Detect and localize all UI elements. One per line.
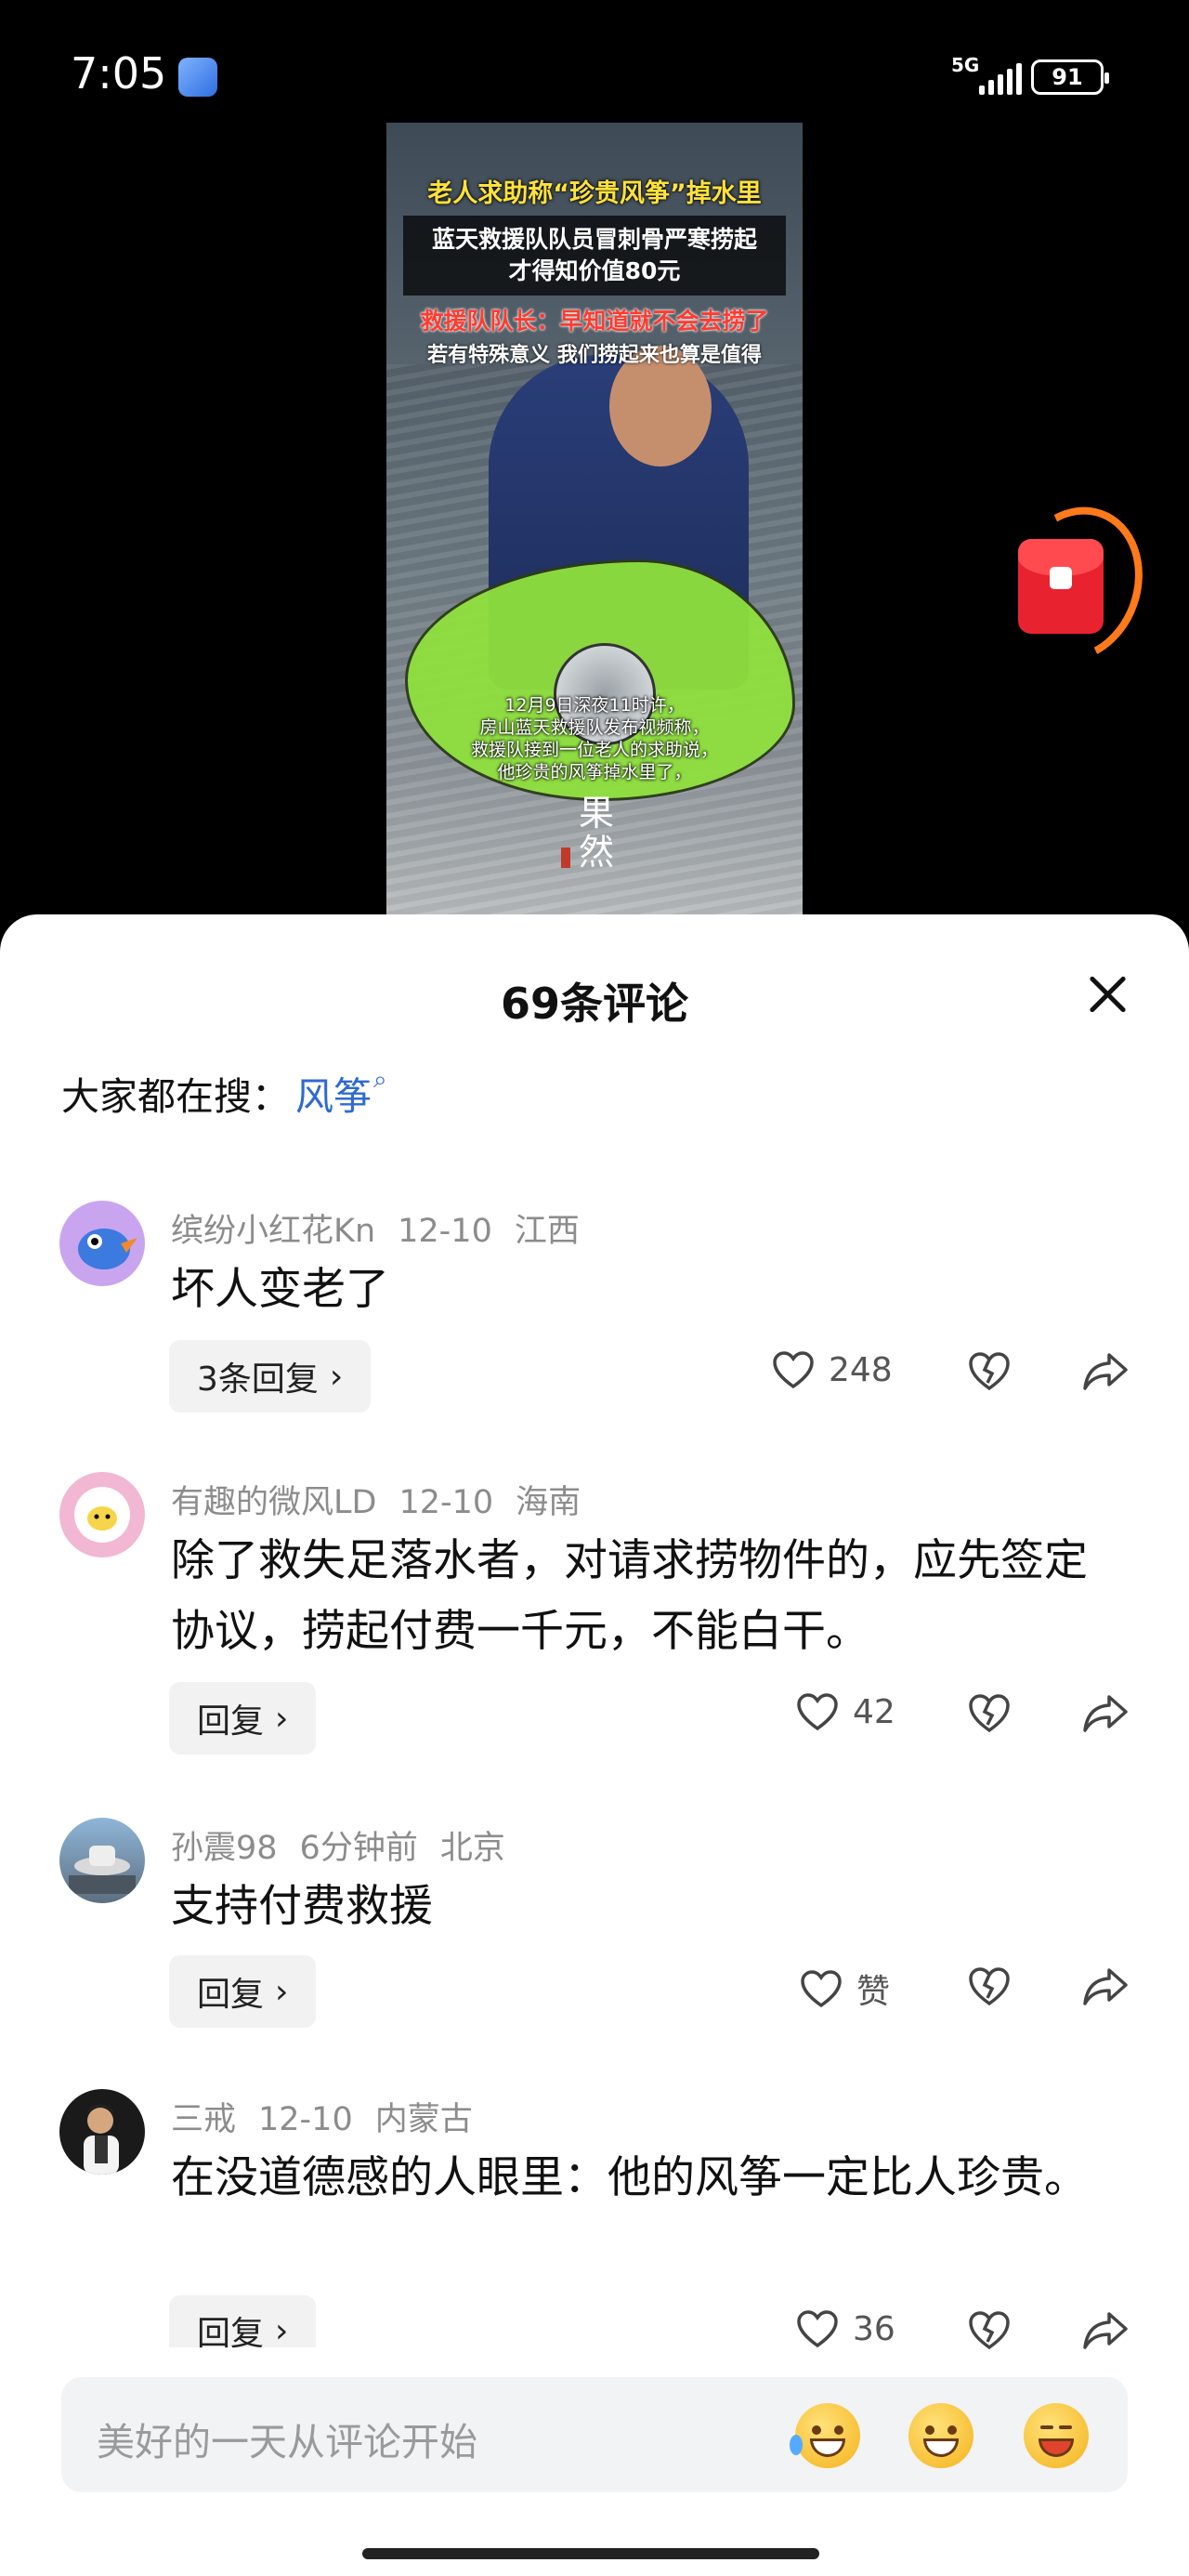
search-icon: ⌕ <box>373 1065 387 1094</box>
like-count: 赞 <box>856 1973 891 2011</box>
signal-icon: 5G <box>951 54 1022 95</box>
comment-date: 6分钟前 <box>299 1830 418 1867</box>
close-icon[interactable] <box>1079 966 1135 1022</box>
app-notification-icon <box>178 58 217 97</box>
like-count: 42 <box>853 1692 895 1731</box>
like-button[interactable]: 赞 <box>799 1965 890 2013</box>
trending-search: 大家都在搜： 风筝 ⌕ <box>61 1065 387 1121</box>
avatar[interactable] <box>59 1201 145 1286</box>
video-caption-2: 房山蓝天救援队发布视频称， <box>479 717 710 738</box>
video-caption-4: 他珍贵的风筝掉水里了， <box>497 762 692 782</box>
comment-meta: 缤纷小红花Kn 12-10 江西 <box>171 1204 602 1252</box>
like-count: 248 <box>829 1350 893 1389</box>
comment-text: 支持付费救援 <box>171 1881 433 1932</box>
comment-username[interactable]: 三戒 <box>171 2101 236 2138</box>
comment-text: 在没道德感的人眼里：他的风筝一定比人珍贵。 <box>171 2152 1088 2203</box>
comment-meta: 有趣的微风LD 12-10 海南 <box>171 1476 603 1523</box>
video-caption-3: 救援队接到一位老人的求助说， <box>470 740 718 760</box>
broken-heart-icon[interactable] <box>966 1691 1013 1734</box>
comment-meta: 孙震98 6分钟前 北京 <box>171 1821 528 1869</box>
network-type: 5G <box>951 54 980 76</box>
broken-heart-icon[interactable] <box>966 1349 1013 1392</box>
video-player[interactable]: 老人求助称“珍贵风筝”掉水里 蓝天救援队队员冒刺骨严寒捞起 才得知价值80元 救… <box>386 123 803 914</box>
video-subtitle-1: 蓝天救援队队员冒刺骨严寒捞起 <box>431 226 757 253</box>
comment-input-placeholder: 美好的一天从评论开始 <box>97 2420 477 2464</box>
video-caption-1: 12月9日深夜11时许， <box>504 695 685 716</box>
video-quote-white: 若有特殊意义 我们捞起来也算是值得 <box>427 344 762 367</box>
emoji-laugh-cry-icon[interactable] <box>790 2403 860 2468</box>
broken-heart-icon[interactable] <box>966 1965 1013 2007</box>
avatar[interactable] <box>59 1472 145 1557</box>
comment-date: 12-10 <box>398 1213 492 1250</box>
heart-icon <box>801 1970 842 2008</box>
share-icon[interactable] <box>1081 1965 1130 2007</box>
comment-region: 海南 <box>516 1484 581 1521</box>
emoji-grin-icon[interactable] <box>908 2403 973 2468</box>
comment-username[interactable]: 有趣的微风LD <box>171 1484 376 1521</box>
comment-username[interactable]: 孙震98 <box>171 1830 278 1867</box>
comment-text: 除了救失足落水者，对请求捞物件的，应先签定协议，捞起付费一千元，不能白干。 <box>171 1535 1088 1657</box>
video-subtitle-2: 才得知价值80元 <box>508 257 681 284</box>
comment-text: 坏人变老了 <box>171 1264 389 1315</box>
like-button[interactable]: 36 <box>795 2308 895 2349</box>
comment-input[interactable]: 美好的一天从评论开始 <box>61 2377 1128 2492</box>
heart-icon <box>773 1351 814 1389</box>
comment-username[interactable]: 缤纷小红花Kn <box>171 1213 375 1250</box>
comment-sheet: 69条评论 大家都在搜： 风筝 ⌕ 缤纷小红花Kn 12-10 江西 坏人变老了 3… <box>0 914 1189 2576</box>
comment-meta: 三戒 12-10 内蒙古 <box>171 2093 495 2140</box>
share-icon[interactable] <box>1081 2308 1130 2351</box>
red-envelope-icon[interactable] <box>987 488 1164 681</box>
like-button[interactable]: 42 <box>795 1691 895 1732</box>
video-headline: 老人求助称“珍贵风筝”掉水里 <box>427 179 762 208</box>
avatar[interactable] <box>59 2089 145 2175</box>
battery-icon: 91 <box>1031 59 1109 95</box>
heart-icon <box>797 1693 838 1731</box>
avatar[interactable] <box>59 1818 145 1903</box>
trending-search-keyword[interactable]: 风筝 <box>295 1065 372 1121</box>
comment-region: 江西 <box>514 1213 580 1250</box>
comment-date: 12-10 <box>399 1484 494 1521</box>
share-icon[interactable] <box>1081 1691 1130 1734</box>
comment-region: 北京 <box>439 1830 505 1867</box>
video-quote-red: 救援队队长：早知道就不会去捞了 <box>420 308 769 335</box>
video-watermark: 果然 <box>578 793 614 873</box>
comment-date: 12-10 <box>258 2101 353 2138</box>
like-button[interactable]: 248 <box>771 1349 893 1390</box>
trending-search-label: 大家都在搜： <box>61 1074 290 1119</box>
comment-count-title: 69条评论 <box>500 979 688 1029</box>
like-count: 36 <box>853 2309 895 2348</box>
broken-heart-icon[interactable] <box>966 2308 1013 2351</box>
status-time: 7:05 <box>71 48 167 99</box>
home-indicator[interactable] <box>362 2548 819 2559</box>
comment-region: 内蒙古 <box>374 2101 473 2138</box>
emoji-laugh-icon[interactable] <box>1024 2403 1089 2468</box>
share-icon[interactable] <box>1081 1349 1130 1392</box>
heart-icon <box>797 2310 838 2348</box>
